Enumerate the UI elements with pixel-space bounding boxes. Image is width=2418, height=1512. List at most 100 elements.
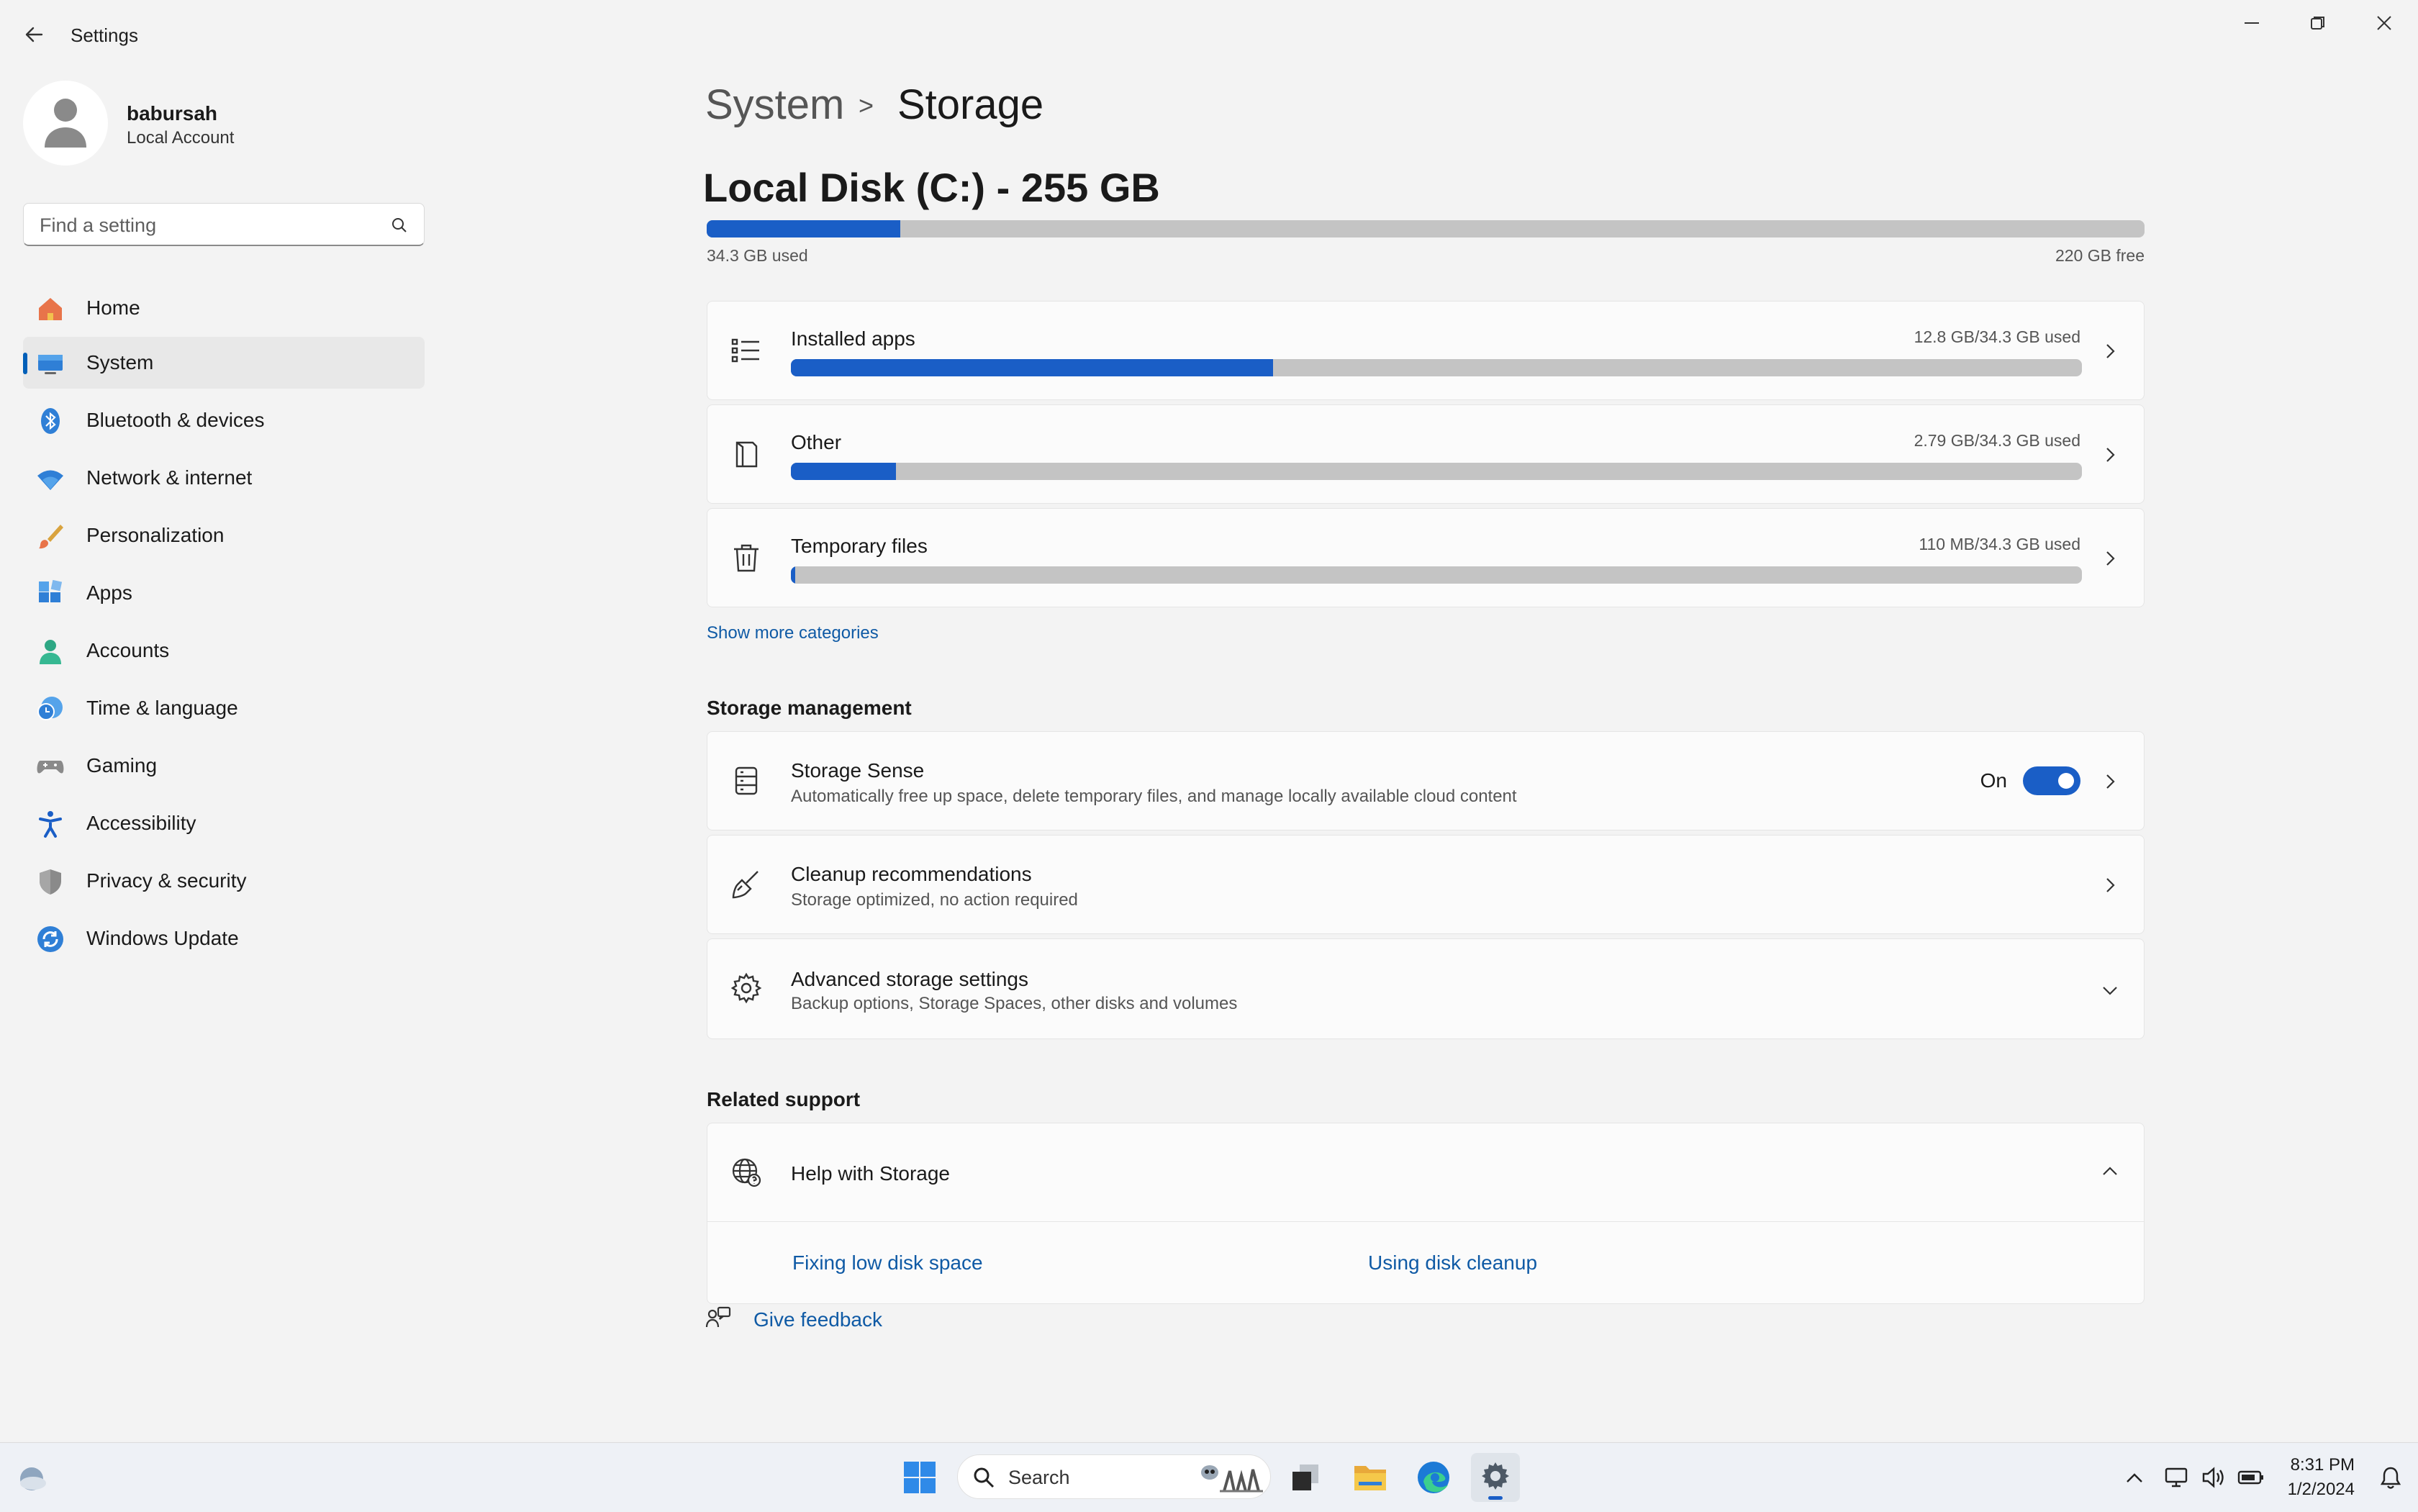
globe-help-icon [732,1158,761,1187]
volume-icon[interactable] [2201,1465,2227,1490]
sidebar-item-network[interactable]: Network & internet [23,452,425,504]
weather-icon[interactable] [16,1463,47,1495]
wifi-icon [37,470,63,490]
system-icon [38,355,63,374]
chevron-up-icon [2103,1167,2117,1175]
trash-icon [734,544,759,572]
sidebar-item-label: Personalization [86,524,225,546]
category-temporary-files[interactable]: Temporary files 110 MB/34.3 GB used [707,508,2145,607]
home-icon [39,298,62,320]
chevron-right-icon [2106,448,2115,462]
folder-icon [1354,1466,1386,1490]
disk-usage-bar [707,220,2145,237]
storage-sense-card[interactable]: Storage Sense Automatically free up spac… [707,731,2145,830]
taskbar-file-explorer[interactable] [1346,1453,1395,1502]
close-button[interactable] [2359,7,2409,39]
apps-icon [39,579,63,602]
sidebar-item-apps[interactable]: Apps [23,567,425,619]
search-highlight-icon [1201,1465,1263,1493]
restore-button[interactable] [2293,7,2343,39]
clock-time: 8:31 PM [2290,1455,2355,1475]
toggle-knob [2058,773,2074,789]
active-app-indicator [1488,1496,1503,1500]
taskbar-search-label: Search [1008,1467,1070,1488]
back-button[interactable] [20,20,49,49]
chevron-up-icon[interactable] [2123,1469,2146,1486]
show-more-categories-link[interactable]: Show more categories [707,623,879,643]
minimize-button[interactable] [2227,7,2277,39]
battery-icon[interactable] [2237,1465,2265,1490]
storage-drive-icon [735,766,758,795]
category-other[interactable]: Other 2.79 GB/34.3 GB used [707,404,2145,504]
chevron-right-icon [2106,551,2115,566]
help-link-disk-cleanup[interactable]: Using disk cleanup [1368,1251,1537,1275]
breadcrumb-separator: > [859,91,874,120]
cleanup-subtitle: Storage optimized, no action required [791,890,1078,910]
brush-icon [39,525,63,549]
storage-sense-toggle[interactable] [2023,766,2080,795]
taskbar-edge[interactable] [1409,1453,1458,1502]
related-support-heading: Related support [707,1088,861,1110]
page-title: Storage [897,81,1044,128]
chevron-right-icon [2106,344,2115,358]
search-icon [392,218,407,232]
avatar[interactable] [23,81,108,166]
advanced-subtitle: Backup options, Storage Spaces, other di… [791,994,1238,1013]
sidebar-item-time-language[interactable]: Time & language [23,682,425,734]
storage-sense-title: Storage Sense [791,759,925,782]
chevron-right-icon [2106,774,2115,789]
sidebar-item-system[interactable]: System [23,337,425,389]
taskbar-search[interactable]: Search [957,1454,1271,1499]
search-input[interactable] [38,211,379,240]
chevron-right-icon [2106,878,2115,892]
sidebar-item-accounts[interactable]: Accounts [23,625,425,676]
sidebar-item-label: System [86,351,154,374]
taskbar-task-view[interactable] [1281,1453,1330,1502]
notification-bell-icon[interactable] [2379,1466,2402,1490]
bluetooth-icon [41,408,60,434]
sidebar-item-home[interactable]: Home [23,282,425,334]
advanced-storage-settings-card[interactable]: Advanced storage settings Backup options… [707,938,2145,1039]
sidebar-item-personalization[interactable]: Personalization [23,510,425,561]
clock-globe-icon [37,697,63,720]
disk-usage-fill [707,220,900,237]
help-title: Help with Storage [791,1162,951,1185]
start-button[interactable] [895,1453,944,1502]
sidebar-item-privacy[interactable]: Privacy & security [23,855,425,907]
gamepad-icon [37,761,64,774]
sidebar-item-label: Time & language [86,697,238,719]
taskbar-clock[interactable]: 8:31 PM 1/2/2024 [2288,1453,2355,1502]
sidebar-item-bluetooth[interactable]: Bluetooth & devices [23,394,425,446]
help-link-low-disk-space[interactable]: Fixing low disk space [792,1251,983,1275]
sidebar-item-label: Network & internet [86,466,253,489]
user-name: babursah [127,102,218,125]
user-icon [45,99,86,148]
cleanup-recommendations-card[interactable]: Cleanup recommendations Storage optimize… [707,835,2145,934]
sidebar-item-label: Gaming [86,754,158,777]
close-icon [2377,16,2391,30]
category-usage: 110 MB/34.3 GB used [1919,535,2080,553]
window-title: Settings [71,24,138,46]
network-icon[interactable] [2163,1465,2189,1490]
minimize-icon [2245,22,2259,24]
sidebar-item-label: Home [86,296,140,319]
active-indicator [23,353,27,374]
storage-sense-subtitle: Automatically free up space, delete temp… [791,787,1517,806]
shield-icon [40,869,61,895]
chevron-down-icon [2103,987,2117,995]
category-usage-fill [791,566,795,584]
edge-browser-icon [1418,1462,1449,1493]
help-with-storage-header[interactable]: Help with Storage [707,1123,2144,1222]
sidebar-item-gaming[interactable]: Gaming [23,740,425,792]
settings-search[interactable] [23,203,425,246]
category-usage: 12.8 GB/34.3 GB used [1914,327,2080,346]
feedback-icon [705,1306,731,1328]
category-usage-fill [791,463,896,480]
category-installed-apps[interactable]: Installed apps 12.8 GB/34.3 GB used [707,301,2145,400]
breadcrumb-parent[interactable]: System [705,81,844,129]
taskbar-settings[interactable] [1471,1453,1520,1502]
sidebar-item-label: Accessibility [86,812,196,834]
account-type: Local Account [127,128,235,148]
sidebar-item-accessibility[interactable]: Accessibility [23,797,425,849]
sidebar-item-windows-update[interactable]: Windows Update [23,913,425,964]
